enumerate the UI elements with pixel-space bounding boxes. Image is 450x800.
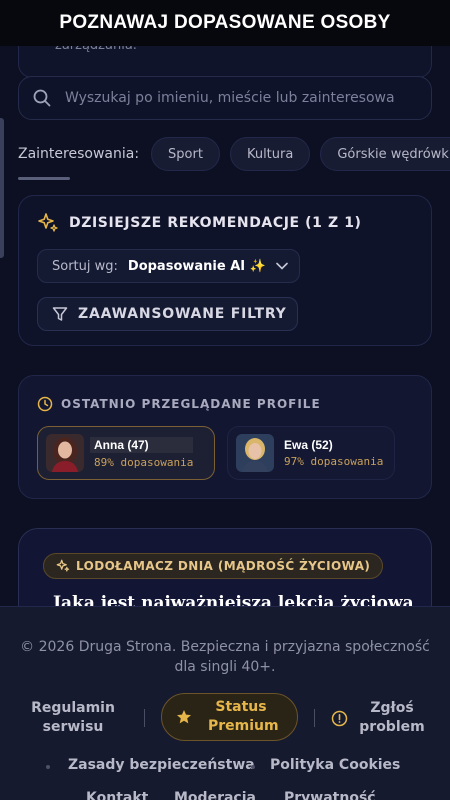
divider — [314, 709, 315, 727]
safety-rules-link[interactable]: Zasady bezpieczeństwa — [68, 757, 255, 773]
avatar — [236, 434, 274, 472]
premium-status-button[interactable]: Status Premium — [161, 693, 298, 741]
interests-filter: Zainteresowania: Sport Kultura Górskie w… — [18, 136, 450, 172]
sparkle-icon — [56, 559, 70, 572]
profile-name: Anna (47) — [90, 437, 194, 453]
footer: © 2026 Druga Strona. Bezpieczna i przyja… — [0, 606, 450, 800]
privacy-link[interactable]: Prywatność — [284, 790, 376, 800]
terms-link[interactable]: Regulamin serwisu — [30, 699, 116, 737]
recommendations-title: DZISIEJSZE REKOMENDACJE (1 Z 1) — [69, 215, 362, 231]
search-bar[interactable] — [18, 76, 432, 120]
scroll-indicator[interactable] — [0, 118, 4, 258]
bullet — [251, 765, 255, 769]
discover-page: zarządzania. POZNAWAJ DOPASOWANE OSOBY Z… — [0, 0, 450, 800]
filter-icon — [52, 307, 68, 321]
search-icon — [33, 89, 51, 107]
footer-secondary-links: Zasady bezpieczeństwa Polityka Cookies — [0, 757, 450, 777]
recently-viewed-title: OSTATNIO PRZEGLĄDANE PROFILE — [61, 397, 321, 411]
icebreaker-badge: LODOŁAMACZ DNIA (MĄDROŚĆ ŻYCIOWA) — [43, 553, 384, 579]
premium-status-label: Status Premium — [208, 699, 279, 734]
recent-profile-ewa[interactable]: Ewa (52) 97% dopasowania — [227, 426, 395, 480]
profile-match: 89% dopasowania — [94, 456, 194, 469]
sort-label: Sortuj wg: — [52, 258, 118, 274]
recently-viewed-header: OSTATNIO PRZEGLĄDANE PROFILE — [37, 396, 321, 412]
page-title-banner: POZNAWAJ DOPASOWANE OSOBY — [0, 0, 450, 46]
sort-value: Dopasowanie AI ✨ — [127, 258, 266, 274]
cookies-policy-link[interactable]: Polityka Cookies — [270, 757, 400, 773]
chip-gorskie-wedrowki[interactable]: Górskie wędrówki — [320, 137, 450, 171]
chevron-down-icon — [276, 262, 288, 270]
bullet — [46, 765, 50, 769]
footer-primary-links: Regulamin serwisu Status Premium Zgłoś p… — [0, 693, 450, 743]
recommendations-card: DZISIEJSZE REKOMENDACJE (1 Z 1) Sortuj w… — [18, 195, 432, 346]
recently-viewed-card: OSTATNIO PRZEGLĄDANE PROFILE Anna (47) 8… — [18, 375, 432, 499]
sparkle-icon — [38, 213, 58, 232]
recommendations-header: DZISIEJSZE REKOMENDACJE (1 Z 1) — [37, 212, 362, 234]
clock-icon — [37, 396, 53, 412]
moderation-link[interactable]: Moderacja — [174, 790, 256, 800]
star-icon — [177, 710, 191, 724]
footer-tertiary-links: Kontakt Moderacja Prywatność — [0, 790, 450, 800]
copyright-text: © 2026 Druga Strona. Bezpieczna i przyja… — [20, 639, 430, 675]
recent-profile-anna[interactable]: Anna (47) 89% dopasowania — [37, 426, 215, 480]
chip-sport[interactable]: Sport — [151, 137, 220, 171]
advanced-filters-button[interactable]: ZAAWANSOWANE FILTRY — [37, 297, 298, 331]
interests-label: Zainteresowania: — [18, 146, 140, 162]
avatar — [46, 434, 84, 472]
sort-select[interactable]: Sortuj wg: Dopasowanie AI ✨ — [37, 249, 300, 283]
icebreaker-badge-label: LODOŁAMACZ DNIA (MĄDROŚĆ ŻYCIOWA) — [76, 559, 371, 573]
contact-link[interactable]: Kontakt — [86, 790, 148, 800]
profile-match: 97% dopasowania — [284, 455, 384, 468]
divider — [144, 709, 145, 727]
report-problem-link[interactable]: Zgłoś problem — [356, 699, 428, 737]
advanced-filters-label: ZAAWANSOWANE FILTRY — [78, 306, 287, 322]
scroll-underline — [18, 177, 70, 180]
chip-kultura[interactable]: Kultura — [229, 137, 311, 171]
search-input[interactable] — [65, 90, 395, 106]
profile-name: Ewa (52) — [284, 438, 333, 452]
alert-icon — [331, 710, 348, 727]
page-title: POZNAWAJ DOPASOWANE OSOBY — [59, 12, 391, 33]
